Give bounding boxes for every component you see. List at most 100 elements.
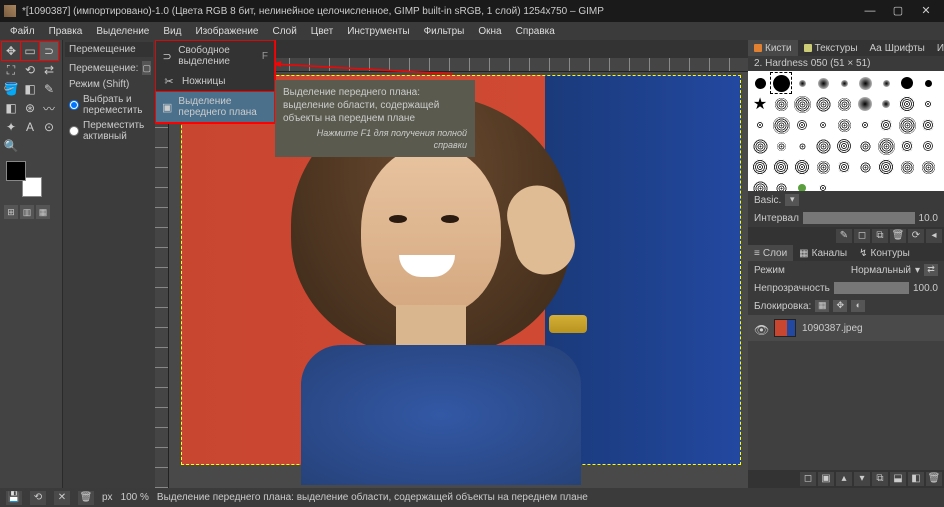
brush-new-icon[interactable]: ◻ (854, 229, 870, 243)
tab-channels[interactable]: ▦Каналы (793, 245, 853, 261)
brush-cell[interactable] (813, 136, 833, 156)
radio-select-move[interactable] (69, 100, 79, 110)
brush-del-icon[interactable]: 🗑 (890, 229, 906, 243)
brush-more-icon[interactable]: ◂ (926, 229, 942, 243)
brush-dup-icon[interactable]: ⧉ (872, 229, 888, 243)
brush-cell[interactable] (792, 94, 812, 114)
brush-cell[interactable] (813, 178, 833, 191)
brush-cell[interactable] (855, 94, 875, 114)
brush-grid[interactable] (748, 71, 944, 191)
opacity-slider[interactable] (834, 282, 909, 294)
tab-layers[interactable]: ≡Слои (748, 245, 793, 261)
brush-cell[interactable] (750, 94, 770, 114)
status-revert-icon[interactable]: ⟲ (30, 491, 46, 505)
tool-crop[interactable]: ⛶ (2, 61, 20, 79)
brush-cell[interactable] (855, 73, 875, 93)
tool-gradient[interactable]: ◧ (21, 80, 39, 98)
status-zoom[interactable]: 100 % (121, 492, 149, 503)
tab-paths[interactable]: ↯Контуры (853, 245, 916, 261)
brush-menu-icon[interactable]: ▾ (785, 194, 799, 206)
fg-bg-colors[interactable] (6, 161, 42, 197)
lock-alpha-icon[interactable]: ◐ (851, 300, 865, 312)
brush-cell[interactable] (876, 73, 896, 93)
menu-windows[interactable]: Окна (472, 24, 507, 39)
menu-select[interactable]: Выделение (90, 24, 155, 39)
brush-cell[interactable] (876, 157, 896, 177)
brush-cell[interactable] (750, 115, 770, 135)
brush-cell[interactable] (813, 73, 833, 93)
flyout-free-select[interactable]: ⊃Свободное выделениеF (156, 41, 274, 71)
minimize-button[interactable]: — (856, 2, 884, 20)
lock-pos-icon[interactable]: ✥ (833, 300, 847, 312)
tab-patterns[interactable]: Текстуры (798, 40, 864, 56)
close-button[interactable]: ✕ (912, 2, 940, 20)
tool-pencil[interactable]: ✎ (40, 80, 58, 98)
layer-visibility-icon[interactable]: 👁 (754, 323, 768, 333)
brush-cell[interactable] (834, 115, 854, 135)
move-layer-icon[interactable]: ▢ (142, 61, 151, 75)
brush-cell[interactable] (813, 115, 833, 135)
basic-label[interactable]: Basic. (754, 195, 781, 206)
tab-fonts[interactable]: AaШрифты (864, 40, 931, 56)
brush-cell[interactable] (771, 115, 791, 135)
tool-clone[interactable]: ⊛ (21, 99, 39, 117)
brush-refresh-icon[interactable]: ⟳ (908, 229, 924, 243)
tool-free-select[interactable]: ⊃ (40, 42, 58, 60)
mode-chevron-icon[interactable]: ▾ (915, 265, 920, 276)
layer-item[interactable]: 👁 1090387.jpeg (748, 315, 944, 341)
tool-zoom[interactable]: 🔍 (2, 137, 20, 155)
tooloptions-tab-icon[interactable]: ⊞ (4, 205, 18, 219)
tab-brushes[interactable]: Кисти (748, 40, 798, 56)
menu-tools[interactable]: Инструменты (341, 24, 415, 39)
brush-cell[interactable] (771, 73, 791, 93)
menu-filters[interactable]: Фильтры (418, 24, 471, 39)
brush-cell[interactable] (792, 73, 812, 93)
layer-group-icon[interactable]: ▣ (818, 472, 834, 486)
brush-cell[interactable] (918, 115, 938, 135)
brush-cell[interactable] (855, 136, 875, 156)
brush-cell[interactable] (918, 73, 938, 93)
brush-cell[interactable] (750, 73, 770, 93)
tab-history[interactable]: История (931, 40, 944, 56)
layer-name[interactable]: 1090387.jpeg (802, 323, 863, 334)
brush-cell[interactable] (834, 157, 854, 177)
brush-cell[interactable] (876, 136, 896, 156)
status-unit[interactable]: px (102, 492, 113, 503)
layer-new-icon[interactable]: ◻ (800, 472, 816, 486)
brush-cell[interactable] (855, 115, 875, 135)
brush-cell[interactable] (897, 136, 917, 156)
brush-cell[interactable] (813, 94, 833, 114)
brush-cell[interactable] (834, 136, 854, 156)
brush-cell[interactable] (876, 94, 896, 114)
menu-layer[interactable]: Слой (266, 24, 302, 39)
brush-cell[interactable] (897, 157, 917, 177)
menu-image[interactable]: Изображение (189, 24, 264, 39)
menu-file[interactable]: Файл (4, 24, 41, 39)
brush-cell[interactable] (918, 136, 938, 156)
lock-pixel-icon[interactable]: ▦ (815, 300, 829, 312)
undo-tab-icon[interactable]: ▦ (36, 205, 50, 219)
layer-mask-icon[interactable]: ◧ (908, 472, 924, 486)
fg-color[interactable] (6, 161, 26, 181)
tool-rect-select[interactable]: ▭ (21, 42, 39, 60)
interval-slider[interactable] (803, 212, 915, 224)
brush-cell[interactable] (792, 157, 812, 177)
tool-path[interactable]: ✦ (2, 118, 20, 136)
menu-help[interactable]: Справка (510, 24, 561, 39)
tool-move[interactable]: ✥ (2, 42, 20, 60)
brush-cell[interactable] (771, 157, 791, 177)
layer-down-icon[interactable]: ▾ (854, 472, 870, 486)
mode-value[interactable]: Нормальный (851, 265, 911, 276)
status-delete-icon[interactable]: 🗑 (78, 491, 94, 505)
brush-edit-icon[interactable]: ✎ (836, 229, 852, 243)
mode-swap-icon[interactable]: ⇄ (924, 264, 938, 276)
layer-dup-icon[interactable]: ⧉ (872, 472, 888, 486)
device-tab-icon[interactable]: ▥ (20, 205, 34, 219)
status-save-icon[interactable]: 💾 (6, 491, 22, 505)
menu-color[interactable]: Цвет (305, 24, 339, 39)
tool-text[interactable]: A (21, 118, 39, 136)
layer-del-icon[interactable]: 🗑 (926, 472, 942, 486)
brush-cell[interactable] (813, 157, 833, 177)
maximize-button[interactable]: ▢ (884, 2, 912, 20)
flyout-foreground-select[interactable]: ▣Выделение переднего плана (156, 92, 274, 122)
